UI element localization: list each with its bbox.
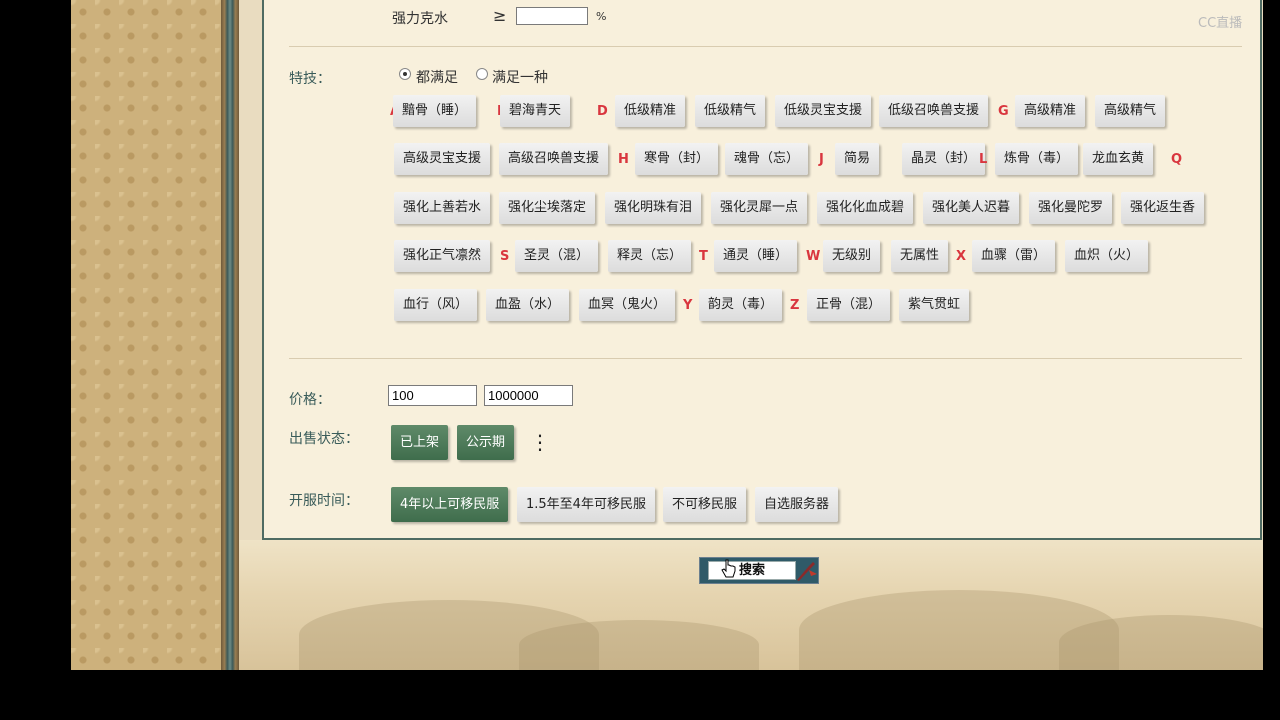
game-window: 强力克水 ≥ % 特技： 都满足 满足一种 A黯骨（睡）B碧海青天D低级精准低级…: [71, 0, 1263, 670]
skill-option-button[interactable]: 血盈（水）: [486, 289, 570, 321]
skill-option-button[interactable]: 低级灵宝支援: [775, 95, 872, 127]
skill-option-button[interactable]: 无属性: [891, 240, 949, 272]
skill-option-button[interactable]: 高级精气: [1095, 95, 1166, 127]
skill-option-button[interactable]: 强化返生香: [1121, 192, 1205, 224]
price-min-input[interactable]: [388, 385, 477, 406]
skill-option-button[interactable]: 龙血玄黄: [1083, 143, 1154, 175]
skill-option-button[interactable]: 血骤（雷）: [972, 240, 1056, 272]
radio-any-label: 满足一种: [492, 70, 548, 86]
hand-cursor-icon: [721, 559, 736, 578]
resist-operator: ≥: [493, 6, 507, 25]
skill-option-button[interactable]: 高级精准: [1015, 95, 1086, 127]
skill-option-button[interactable]: 强化灵犀一点: [711, 192, 808, 224]
skill-option-button[interactable]: 高级灵宝支援: [394, 143, 491, 175]
skill-option-button[interactable]: 圣灵（混）: [515, 240, 599, 272]
skill-letter-l: L: [979, 152, 988, 167]
skill-option-button[interactable]: 血炽（火）: [1065, 240, 1149, 272]
skill-letter-q: Q: [1171, 152, 1183, 167]
radio-all-label: 都满足: [416, 70, 458, 86]
divider: [289, 358, 1242, 359]
brush-decoration-icon: [797, 562, 817, 581]
skills-label: 特技：: [289, 71, 331, 87]
skill-letter-j: J: [819, 152, 824, 167]
skill-letter-h: H: [618, 152, 629, 167]
radio-any-button[interactable]: [476, 68, 488, 80]
skill-option-button[interactable]: 魂骨（忘）: [725, 143, 809, 175]
resist-label: 强力克水: [392, 11, 448, 27]
skill-option-button[interactable]: 韵灵（毒）: [699, 289, 783, 321]
skill-letter-x: X: [956, 249, 967, 264]
skill-option-button[interactable]: 低级精气: [695, 95, 766, 127]
skill-letter-d: D: [597, 104, 608, 119]
skill-option-button[interactable]: 低级召唤兽支援: [879, 95, 989, 127]
skill-option-button[interactable]: 强化明珠有泪: [605, 192, 702, 224]
server-time-4yr-button[interactable]: 4年以上可移民服: [391, 487, 509, 522]
skill-option-button[interactable]: 碧海青天: [500, 95, 571, 127]
price-max-input[interactable]: [484, 385, 573, 406]
sale-status-public-button[interactable]: 公示期: [457, 425, 515, 460]
divider: [289, 46, 1242, 47]
sale-status-listed-button[interactable]: 已上架: [391, 425, 449, 460]
skill-option-button[interactable]: 正骨（混）: [807, 289, 891, 321]
watermark: CC直播: [1198, 16, 1243, 31]
more-icon[interactable]: ⋮: [530, 432, 550, 452]
skill-option-button[interactable]: 炼骨（毒）: [995, 143, 1079, 175]
resist-unit: %: [596, 10, 607, 23]
skill-option-button[interactable]: 通灵（睡）: [714, 240, 798, 272]
skill-option-button[interactable]: 高级召唤兽支援: [499, 143, 609, 175]
skill-option-button[interactable]: 晶灵（封）: [902, 143, 986, 175]
skill-letter-g: G: [998, 104, 1009, 119]
skill-option-button[interactable]: 简易: [835, 143, 880, 175]
scroll-border: [221, 0, 239, 670]
server-time-label: 开服时间：: [289, 493, 359, 509]
server-time-custom-button[interactable]: 自选服务器: [755, 487, 839, 522]
skill-option-button[interactable]: 黯骨（睡）: [393, 95, 477, 127]
price-label: 价格：: [289, 392, 331, 408]
skill-letter-w: W: [806, 249, 821, 264]
skill-option-button[interactable]: 无级别: [823, 240, 881, 272]
skill-letter-y: Y: [683, 298, 693, 313]
server-time-1-5yr-button[interactable]: 1.5年至4年可移民服: [517, 487, 655, 522]
skill-option-button[interactable]: 强化曼陀罗: [1029, 192, 1113, 224]
left-decorative-panel: [71, 0, 221, 670]
skill-letter-z: Z: [790, 298, 800, 313]
skill-option-button[interactable]: 强化美人迟暮: [923, 192, 1020, 224]
skill-letter-t: T: [699, 249, 708, 264]
resist-input[interactable]: [516, 7, 588, 25]
skill-option-button[interactable]: 血冥（鬼火）: [579, 289, 676, 321]
skill-option-button[interactable]: 强化上善若水: [394, 192, 491, 224]
server-time-no-migrate-button[interactable]: 不可移民服: [663, 487, 747, 522]
skill-option-button[interactable]: 血行（风）: [394, 289, 478, 321]
skill-option-button[interactable]: 紫气贯虹: [899, 289, 970, 321]
skill-letter-s: S: [500, 249, 510, 264]
search-filter-panel: 强力克水 ≥ % 特技： 都满足 满足一种 A黯骨（睡）B碧海青天D低级精准低级…: [262, 0, 1262, 540]
skill-option-button[interactable]: 强化化血成碧: [817, 192, 914, 224]
radio-all-button[interactable]: [399, 68, 411, 80]
skill-option-button[interactable]: 强化尘埃落定: [499, 192, 596, 224]
sale-status-label: 出售状态：: [289, 431, 359, 447]
skill-option-button[interactable]: 寒骨（封）: [635, 143, 719, 175]
skill-option-button[interactable]: 强化正气凛然: [394, 240, 491, 272]
skill-option-button[interactable]: 释灵（忘）: [608, 240, 692, 272]
skill-option-button[interactable]: 低级精准: [615, 95, 686, 127]
